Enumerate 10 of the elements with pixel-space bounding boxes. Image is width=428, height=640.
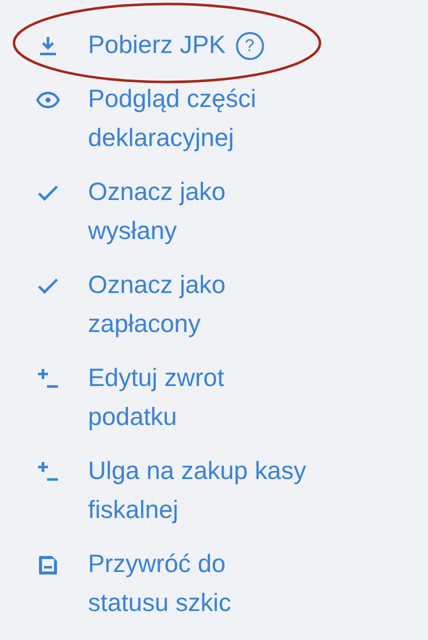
action-link[interactable]: Podgląd części deklaracyjnej — [88, 80, 256, 158]
action-link[interactable]: Oznacz jako wysłany — [88, 173, 226, 251]
action-link[interactable]: Edytuj zwrot podatku — [88, 359, 224, 437]
plus-minus-icon — [36, 366, 60, 390]
action-link[interactable]: Oznacz jako zapłacony — [88, 266, 226, 344]
action-link[interactable]: Przywróć do statusu szkic — [88, 545, 232, 623]
action-link[interactable]: Pobierz JPK — [88, 26, 226, 65]
help-icon[interactable]: ? — [236, 32, 264, 60]
action-link[interactable]: Ulga na zakup kasy fiskalnej — [88, 452, 306, 530]
plus-minus-icon — [36, 460, 60, 484]
